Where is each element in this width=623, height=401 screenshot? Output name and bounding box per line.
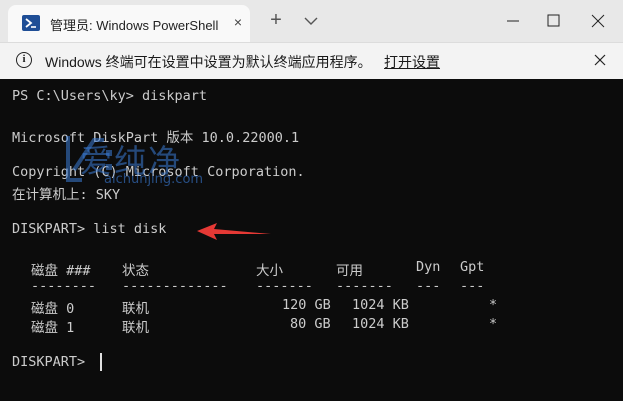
table-header: Dyn <box>416 259 441 275</box>
terminal-line: PS C:\Users\ky> diskpart <box>12 88 208 104</box>
table-header: 磁盘 ### <box>31 263 91 279</box>
close-icon[interactable] <box>592 52 608 68</box>
minimize-button[interactable] <box>498 8 528 34</box>
title-bar: 管理员: Windows PowerShell × + <box>0 0 623 42</box>
table-cell: 联机 <box>122 320 149 336</box>
table-separator: ------- <box>336 278 393 294</box>
table-cell: 磁盘 1 <box>31 320 75 336</box>
table-cell: 联机 <box>122 301 149 317</box>
table-separator: ------- <box>256 278 313 294</box>
new-tab-button[interactable]: + <box>265 10 287 32</box>
open-settings-link[interactable]: 打开设置 <box>384 52 440 72</box>
table-cell: 1024 KB <box>352 297 409 313</box>
table-separator: -------- <box>31 278 97 294</box>
table-cell: 磁盘 0 <box>31 301 75 317</box>
table-separator: --- <box>460 278 485 294</box>
table-cell: 80 GB <box>290 316 331 332</box>
table-header: 大小 <box>256 263 283 279</box>
table-header: Gpt <box>460 259 485 275</box>
maximize-button[interactable] <box>538 8 568 34</box>
text-cursor <box>100 353 102 371</box>
table-header: 可用 <box>336 263 363 279</box>
tab-title: 管理员: Windows PowerShell <box>50 18 219 33</box>
tab-close-icon[interactable]: × <box>230 14 246 30</box>
notification-bar: i Windows 终端可在设置中设置为默认终端应用程序。 打开设置 <box>0 42 623 80</box>
table-cell: 120 GB <box>282 297 331 313</box>
table-cell: 1024 KB <box>352 316 409 332</box>
table-separator: --- <box>416 278 441 294</box>
table-cell: * <box>489 316 498 332</box>
notification-text: Windows 终端可在设置中设置为默认终端应用程序。 <box>45 54 372 70</box>
close-window-button[interactable] <box>583 8 613 34</box>
powershell-icon <box>22 15 40 31</box>
terminal-line: DISKPART> list disk <box>12 221 167 237</box>
table-header: 状态 <box>122 263 149 279</box>
chevron-down-icon[interactable] <box>300 10 322 32</box>
watermark-subtext: aichunjing.com <box>104 172 204 187</box>
terminal-prompt: DISKPART> <box>12 354 94 370</box>
info-icon: i <box>16 52 32 68</box>
red-arrow-icon <box>197 223 271 240</box>
table-cell: * <box>489 297 498 313</box>
tab-powershell[interactable]: 管理员: Windows PowerShell × <box>8 5 250 42</box>
table-separator: ------------- <box>122 278 228 294</box>
